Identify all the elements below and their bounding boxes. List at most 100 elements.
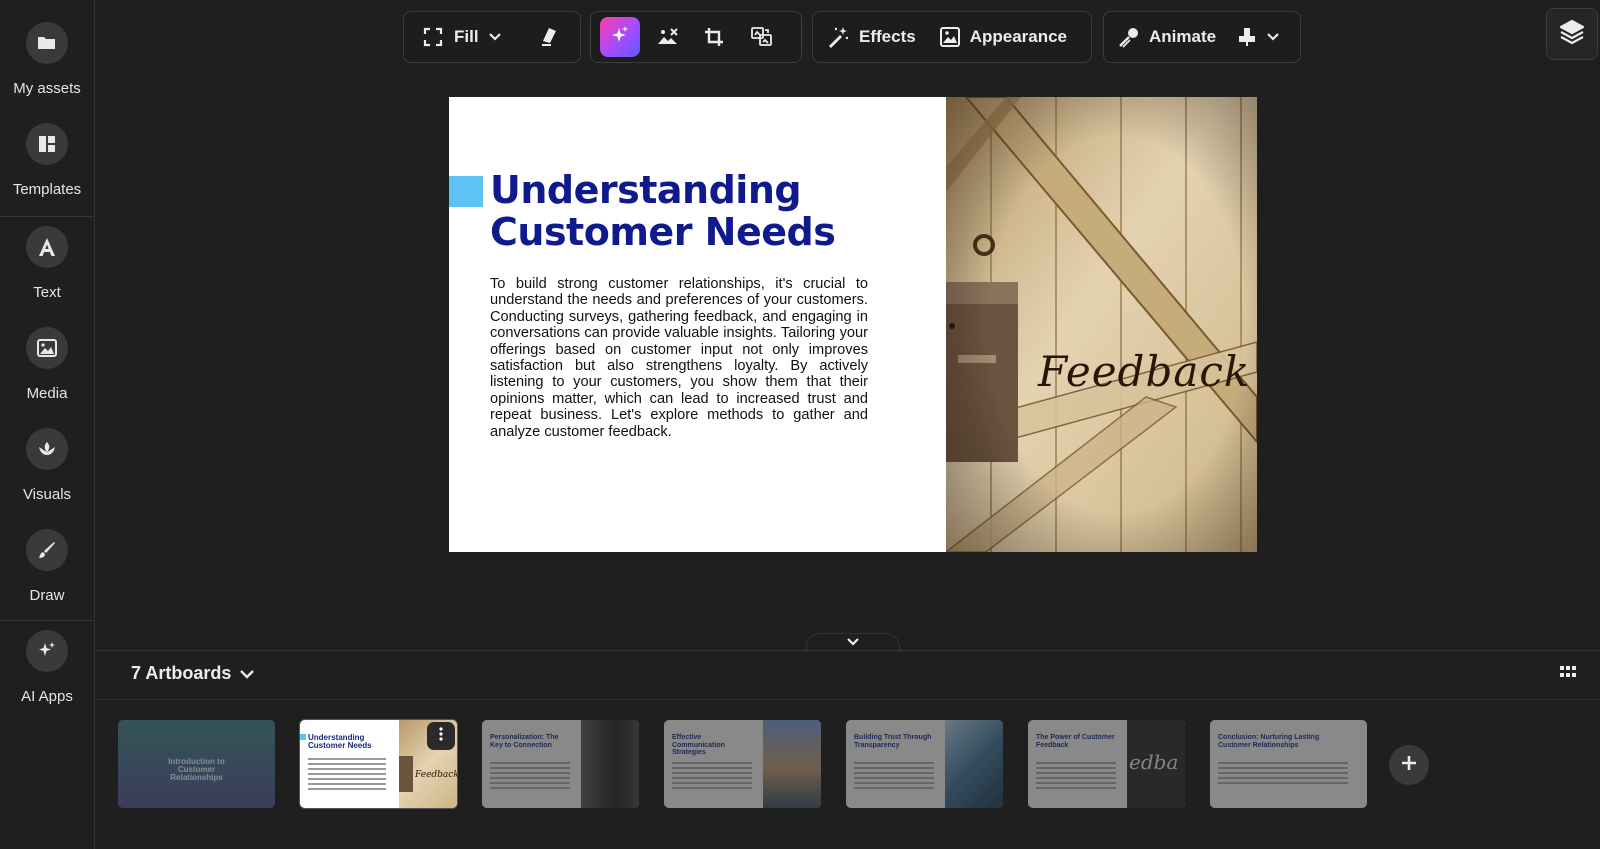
thumb-body-lines xyxy=(1218,762,1348,787)
grid-view-button[interactable] xyxy=(1560,665,1576,683)
thumb-image: edba xyxy=(1127,720,1185,808)
replace-image-icon xyxy=(751,27,773,47)
eraser-button[interactable] xyxy=(540,27,558,47)
sidebar-divider xyxy=(0,620,94,621)
toolbar-group-fill: Fill xyxy=(403,11,581,63)
remove-background-button[interactable] xyxy=(657,27,679,47)
artboard-thumbnail-2[interactable]: Understanding Customer Needs Feedback xyxy=(300,720,457,808)
thumbnail-more-button[interactable] xyxy=(427,722,455,750)
artboards-dropdown[interactable]: 7 Artboards xyxy=(131,663,255,684)
artboard-thumbnail-title: Effective Communication Strategies xyxy=(672,734,725,756)
artboard-thumbnail-title: Building Trust Through Transparency xyxy=(854,734,932,749)
effects-button[interactable]: Effects xyxy=(827,26,916,48)
appearance-icon xyxy=(939,27,960,47)
magic-wand-icon xyxy=(827,26,849,48)
thumb-image-text: edba xyxy=(1129,750,1179,774)
animation-style-dropdown[interactable] xyxy=(1238,27,1280,47)
animate-label: Animate xyxy=(1149,27,1217,46)
thumb-image xyxy=(763,720,821,808)
artboard-thumbnail-6[interactable]: The Power of Customer Feedback edba xyxy=(1028,720,1185,808)
thumb-body-lines xyxy=(1036,762,1116,792)
thumb-image xyxy=(581,720,639,808)
thumb-image-text: Feedback xyxy=(415,770,457,780)
sidebar-item-text[interactable]: Text xyxy=(0,226,94,301)
slide-body-text[interactable]: To build strong customer relationships, … xyxy=(490,276,868,440)
panel-divider xyxy=(95,650,1600,651)
slide-canvas[interactable]: Understanding Customer Needs To build st… xyxy=(449,97,1257,552)
fill-dropdown[interactable]: Fill xyxy=(423,27,502,47)
artboard-thumbnail-4[interactable]: Effective Communication Strategies xyxy=(664,720,821,808)
thumb-body-lines xyxy=(672,762,752,792)
chevron-down-icon xyxy=(239,663,255,684)
sidebar-item-label: My assets xyxy=(13,80,81,97)
sidebar-item-ai-apps[interactable]: AI Apps xyxy=(0,630,94,705)
magic-edit-button[interactable] xyxy=(600,17,640,57)
brush-icon xyxy=(26,529,68,571)
add-artboard-button[interactable] xyxy=(1389,745,1429,785)
toolbar-group-effects: Effects Appearance xyxy=(812,11,1092,63)
sidebar-item-label: Media xyxy=(26,385,68,402)
wooden-door-image xyxy=(946,97,1257,552)
sidebar-item-label: Draw xyxy=(29,587,65,604)
artboard-thumbnail-7[interactable]: Conclusion: Nurturing Lasting Customer R… xyxy=(1210,720,1367,808)
chevron-down-icon xyxy=(1266,32,1280,42)
appearance-button[interactable]: Appearance xyxy=(939,27,1068,47)
animate-button[interactable]: Animate xyxy=(1118,26,1216,48)
artboard-thumbnail-title: Personalization: The Key to Connection xyxy=(490,734,559,749)
sparkle-icon xyxy=(26,630,68,672)
thumb-image xyxy=(945,720,1003,808)
sidebar-item-label: AI Apps xyxy=(21,688,73,705)
artboard-thumbnail-3[interactable]: Personalization: The Key to Connection xyxy=(482,720,639,808)
sidebar-item-my-assets[interactable]: My assets xyxy=(0,22,94,97)
artboard-thumbnail-title: The Power of Customer Feedback xyxy=(1036,734,1115,749)
sidebar-item-templates[interactable]: Templates xyxy=(0,123,94,198)
replace-image-button[interactable] xyxy=(751,27,773,47)
sidebar-item-label: Text xyxy=(33,284,61,301)
chevron-down-icon xyxy=(488,32,502,42)
sidebar-item-label: Visuals xyxy=(22,486,72,503)
artboards-count-label: 7 Artboards xyxy=(131,663,232,683)
stamp-icon xyxy=(1238,27,1256,47)
remove-background-icon xyxy=(657,27,679,47)
fullscreen-icon xyxy=(423,27,443,47)
fill-label: Fill xyxy=(454,27,479,46)
sidebar-divider xyxy=(0,216,94,217)
title-accent-square[interactable] xyxy=(449,176,483,207)
thumb-body-lines xyxy=(308,758,386,793)
image-icon xyxy=(26,327,68,369)
slide-title[interactable]: Understanding Customer Needs xyxy=(490,169,950,253)
eraser-icon xyxy=(540,27,558,47)
sidebar-item-media[interactable]: Media xyxy=(0,327,94,402)
sparkle-icon xyxy=(610,25,630,50)
crop-icon xyxy=(704,27,724,47)
more-vertical-icon xyxy=(439,726,443,746)
folder-icon xyxy=(26,22,68,64)
thumb-body-lines xyxy=(854,762,934,792)
toolbar-group-animate: Animate xyxy=(1103,11,1301,63)
artboard-thumbnail-1[interactable]: Introduction to Customer Relationships xyxy=(118,720,275,808)
thumb-accent xyxy=(300,734,306,740)
grid-icon xyxy=(1560,665,1576,682)
effects-label: Effects xyxy=(859,27,916,46)
animate-icon xyxy=(1118,26,1140,48)
visuals-icon xyxy=(26,428,68,470)
sidebar-item-label: Templates xyxy=(12,181,82,198)
feedback-image-text: Feedback xyxy=(1038,347,1251,396)
artboard-thumbnail-title: Introduction to Customer Relationships xyxy=(168,757,225,782)
slide-photo-mailbox[interactable]: Feedback xyxy=(946,97,1257,552)
appearance-label: Appearance xyxy=(969,27,1068,46)
thumb-body-lines xyxy=(490,762,570,792)
layers-icon xyxy=(1559,19,1585,50)
panel-divider xyxy=(95,699,1600,700)
sidebar-item-visuals[interactable]: Visuals xyxy=(0,428,94,503)
artboard-thumbnail-title: Conclusion: Nurturing Lasting Customer R… xyxy=(1218,734,1320,749)
layers-button[interactable] xyxy=(1546,8,1598,60)
toolbar-group-image-tools xyxy=(590,11,802,63)
left-sidebar: My assets Templates Text Media Visuals D… xyxy=(0,0,95,849)
artboard-thumbnail-title: Understanding Customer Needs xyxy=(308,733,372,750)
plus-icon xyxy=(1400,754,1418,777)
sidebar-item-draw[interactable]: Draw xyxy=(0,529,94,604)
artboard-thumbnail-5[interactable]: Building Trust Through Transparency xyxy=(846,720,1003,808)
crop-button[interactable] xyxy=(704,27,724,47)
templates-icon xyxy=(26,123,68,165)
